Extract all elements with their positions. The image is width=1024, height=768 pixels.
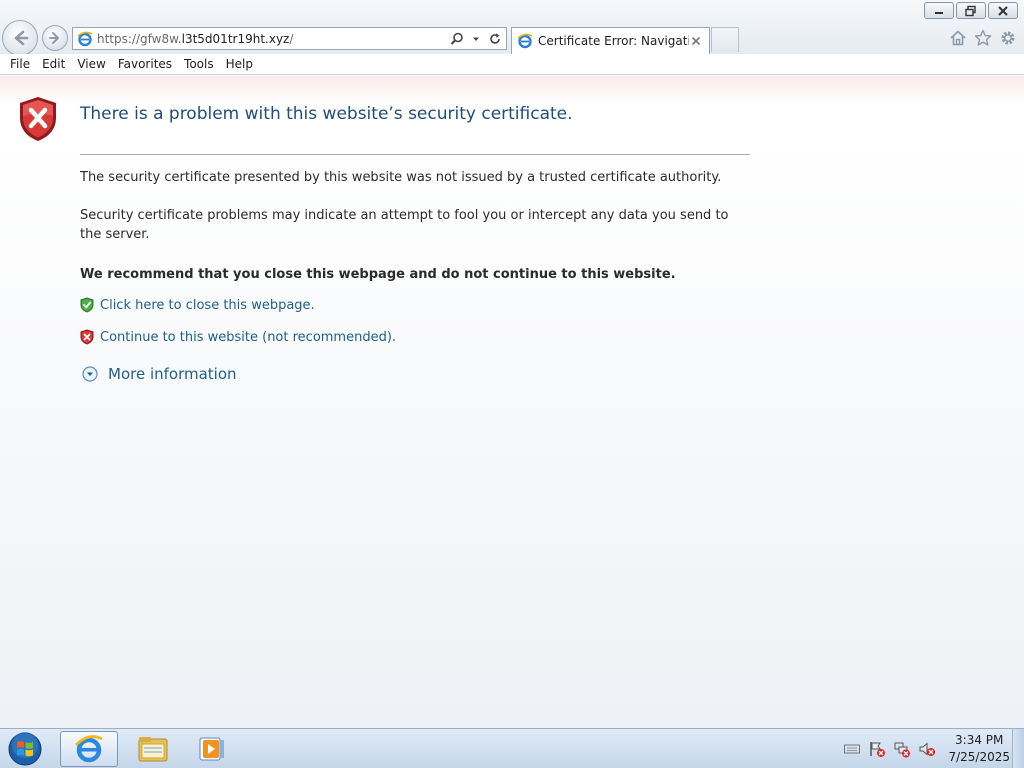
- internet-explorer-icon: [75, 735, 103, 763]
- close-window-button[interactable]: [988, 2, 1018, 19]
- menu-view[interactable]: View: [71, 55, 111, 73]
- star-icon: [974, 29, 992, 46]
- url-prefix: https://gfw8w.: [97, 31, 182, 46]
- menu-edit[interactable]: Edit: [36, 55, 71, 73]
- refresh-button[interactable]: [487, 31, 503, 47]
- folder-icon: [138, 737, 168, 762]
- tab-certificate-error[interactable]: Certificate Error: Navigatio...: [511, 27, 710, 54]
- minimize-icon: [935, 11, 943, 14]
- taskbar-internet-explorer[interactable]: [60, 731, 118, 767]
- shield-error-icon: [20, 97, 56, 141]
- address-dropdown-button[interactable]: [468, 31, 484, 47]
- chevron-down-circle-icon: [82, 366, 98, 382]
- restore-button[interactable]: [956, 2, 986, 19]
- restore-icon: [965, 5, 976, 16]
- home-icon: [950, 30, 966, 46]
- start-button[interactable]: [3, 730, 47, 768]
- url-domain: l3t5d01tr19ht.xyz: [181, 31, 290, 46]
- cert-warning-message: Security certificate problems may indica…: [80, 208, 729, 242]
- forward-button[interactable]: [42, 25, 68, 51]
- chevron-down-icon: [473, 37, 479, 41]
- network-alert-icon: [894, 742, 911, 758]
- show-desktop-button[interactable]: [1012, 729, 1024, 768]
- speaker-muted-icon: [919, 742, 936, 756]
- page-content: There is a problem with this website’s s…: [0, 76, 1024, 728]
- keyboard-icon: [844, 744, 861, 754]
- address-bar[interactable]: https://gfw8w.l3t5d01tr19ht.xyz/: [72, 27, 507, 50]
- action-center-tray-button[interactable]: [868, 740, 886, 758]
- browser-chrome: https://gfw8w.l3t5d01tr19ht.xyz/ Certifi…: [0, 0, 1024, 56]
- close-icon: [998, 5, 1008, 16]
- continue-website-link[interactable]: Continue to this website (not recommende…: [100, 330, 396, 345]
- volume-tray-button[interactable]: [918, 740, 936, 758]
- menu-help[interactable]: Help: [220, 55, 259, 73]
- continue-website-row: Continue to this website (not recommende…: [80, 329, 396, 345]
- media-player-icon: [199, 737, 224, 761]
- back-button[interactable]: [2, 20, 38, 56]
- taskbar-media-player[interactable]: [188, 731, 236, 767]
- close-webpage-link[interactable]: Click here to close this webpage.: [100, 298, 315, 313]
- more-information-label: More information: [108, 365, 237, 383]
- divider: [80, 154, 750, 155]
- flag-alert-icon: [870, 742, 886, 757]
- url-text[interactable]: https://gfw8w.l3t5d01tr19ht.xyz/: [97, 32, 449, 46]
- recommendation-message: We recommend that you close this webpage…: [80, 267, 676, 282]
- forward-arrow-icon: [49, 32, 59, 44]
- windows-logo-icon: [8, 732, 42, 766]
- command-icons: [948, 28, 1018, 48]
- home-button[interactable]: [948, 28, 968, 48]
- clock-time: 3:34 PM: [955, 733, 1004, 747]
- clock-date: 7/25/2025: [948, 750, 1010, 764]
- gear-icon: [1001, 31, 1015, 45]
- shield-error-small-icon: [80, 329, 94, 345]
- network-tray-button[interactable]: [893, 740, 911, 758]
- search-icon: [450, 32, 463, 45]
- more-information-toggle[interactable]: More information: [82, 365, 237, 383]
- menu-file[interactable]: File: [4, 55, 36, 73]
- favorites-button[interactable]: [973, 28, 993, 48]
- menu-tools[interactable]: Tools: [178, 55, 220, 73]
- tools-button[interactable]: [998, 28, 1018, 48]
- refresh-icon: [490, 33, 500, 44]
- close-webpage-row: Click here to close this webpage.: [80, 297, 315, 313]
- page-title: There is a problem with this website’s s…: [80, 104, 573, 124]
- minimize-button[interactable]: [924, 2, 954, 19]
- tab-close-button[interactable]: [689, 34, 703, 48]
- keyboard-tray-button[interactable]: [843, 740, 861, 758]
- ie-tab-icon: [517, 33, 533, 49]
- url-suffix: /: [289, 31, 294, 46]
- window-controls: [924, 2, 1018, 19]
- taskbar-file-explorer[interactable]: [125, 731, 181, 767]
- tab-title: Certificate Error: Navigatio...: [538, 34, 689, 48]
- close-icon: [691, 36, 701, 46]
- menu-bar: File Edit View Favorites Tools Help: [0, 54, 1024, 75]
- taskbar: 3:34 PM 7/25/2025: [0, 728, 1024, 768]
- menu-favorites[interactable]: Favorites: [112, 55, 178, 73]
- system-tray: 3:34 PM 7/25/2025: [836, 729, 1010, 768]
- back-arrow-icon: [14, 30, 29, 46]
- cert-issuer-message: The security certificate presented by th…: [80, 170, 722, 185]
- system-clock[interactable]: 3:34 PM 7/25/2025: [948, 732, 1010, 766]
- shield-check-icon: [80, 297, 94, 313]
- new-tab-button[interactable]: [711, 27, 739, 52]
- search-button[interactable]: [449, 31, 465, 47]
- ie-page-icon: [77, 31, 93, 46]
